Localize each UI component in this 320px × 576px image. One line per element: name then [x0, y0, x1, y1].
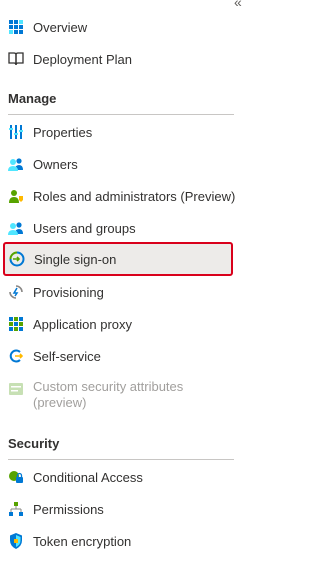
- nav-item-single-sign-on[interactable]: Single sign-on: [3, 242, 233, 276]
- collapse-menu-button[interactable]: «: [234, 0, 242, 10]
- nav-item-label: Self-service: [33, 348, 101, 364]
- nav-item-label: Owners: [33, 156, 78, 172]
- nav-item-permissions[interactable]: Permissions: [0, 493, 235, 525]
- nav-item-label: Roles and administrators (Preview): [33, 188, 236, 204]
- nav-item-label: Custom security attributes (preview): [33, 379, 184, 410]
- nav-item-label: Conditional Access: [33, 469, 143, 485]
- nav-item-users-groups[interactable]: Users and groups: [0, 212, 235, 244]
- book-icon: [8, 51, 24, 67]
- divider: [8, 114, 234, 115]
- nav-item-conditional-access[interactable]: Conditional Access: [0, 461, 235, 493]
- nav-item-label: Users and groups: [33, 220, 136, 236]
- nav-item-roles-administrators[interactable]: Roles and administrators (Preview): [0, 180, 235, 212]
- permissions-icon: [8, 501, 24, 517]
- nav-item-label: Application proxy: [33, 316, 132, 332]
- properties-icon: [8, 124, 24, 140]
- nav-item-label: Deployment Plan: [33, 51, 132, 67]
- nav-item-label: Token encryption: [33, 533, 132, 549]
- nav-item-label: Single sign-on: [34, 251, 117, 267]
- app-proxy-icon: [8, 316, 24, 332]
- nav-item-label: Properties: [33, 124, 93, 140]
- nav-item-properties[interactable]: Properties: [0, 116, 235, 148]
- provisioning-icon: [8, 284, 24, 300]
- nav-item-application-proxy[interactable]: Application proxy: [0, 308, 235, 340]
- divider: [8, 459, 234, 460]
- nav-item-overview[interactable]: Overview: [0, 11, 235, 43]
- nav-item-self-service[interactable]: Self-service: [0, 340, 235, 372]
- sso-icon: [9, 251, 25, 267]
- nav-item-provisioning[interactable]: Provisioning: [0, 276, 235, 308]
- nav-item-token-encryption[interactable]: Token encryption: [0, 525, 235, 557]
- grid-icon: [8, 19, 24, 35]
- users-groups-icon: [8, 220, 24, 236]
- section-heading-manage: Manage: [8, 91, 57, 106]
- nav-item-deployment-plan[interactable]: Deployment Plan: [0, 43, 235, 75]
- nav-item-label: Provisioning: [33, 284, 104, 300]
- roles-icon: [8, 188, 24, 204]
- custom-attributes-icon: [8, 381, 24, 397]
- owners-icon: [8, 156, 24, 172]
- self-service-icon: [8, 348, 24, 364]
- nav-item-label: Overview: [33, 19, 88, 35]
- conditional-access-icon: [8, 469, 24, 485]
- section-heading-security: Security: [8, 436, 60, 451]
- nav-item-label: Permissions: [33, 501, 104, 517]
- shield-icon: [8, 533, 24, 549]
- nav-item-owners[interactable]: Owners: [0, 148, 235, 180]
- nav-item-custom-security-attributes: Custom security attributes (preview): [0, 379, 235, 419]
